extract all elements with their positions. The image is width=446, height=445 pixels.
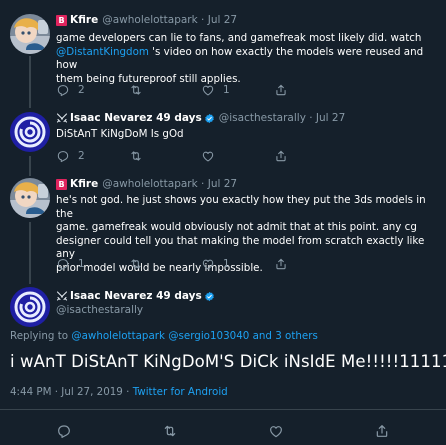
- swirl-logo-avatar-icon: [10, 112, 50, 152]
- like-icon: [201, 257, 215, 271]
- crossed-swords-icon: [56, 291, 68, 302]
- share-icon: [274, 149, 288, 163]
- b-badge-icon: B: [56, 15, 67, 26]
- thread-line: [29, 56, 31, 108]
- like-button[interactable]: 1: [201, 257, 274, 271]
- reply-count: 2: [78, 84, 85, 96]
- tweet-text-line: DiStAnT KiNgDoM Is gOd: [56, 128, 184, 140]
- crossed-swords-icon: [56, 113, 68, 124]
- tweet-text: DiStAnT KiNgDoM Is gOd: [56, 128, 436, 142]
- avatar[interactable]: [10, 178, 50, 218]
- anime-avatar-icon: [10, 14, 50, 54]
- reply-icon[interactable]: [56, 423, 72, 439]
- display-name[interactable]: Kfire: [70, 14, 98, 27]
- reply-count: 1: [78, 258, 85, 270]
- reply-icon: [56, 149, 70, 163]
- retweet-button[interactable]: [129, 149, 202, 163]
- reply-button[interactable]: 2: [56, 83, 129, 97]
- reply-targets-link[interactable]: @awholelottapark @sergio103040 and 3 oth…: [71, 330, 318, 342]
- tweet-header: B Kfire @awholelottapark · Jul 27: [56, 178, 237, 191]
- tweet-metadata: 4:44 PM · Jul 27, 2019 · Twitter for And…: [10, 386, 228, 398]
- retweet-icon[interactable]: [162, 423, 178, 439]
- share-button[interactable]: [274, 83, 347, 97]
- reply-button[interactable]: 2: [56, 149, 129, 163]
- main-tweet-text: i wAnT DiStAnT KiNgDoM'S DiCk iNsIdE Me!…: [10, 352, 446, 371]
- like-icon: [201, 149, 215, 163]
- like-count: 1: [223, 258, 230, 270]
- main-tweet-handle[interactable]: @isacthestarally: [56, 304, 143, 316]
- share-button[interactable]: [274, 257, 347, 271]
- tweet-actions: 2: [56, 149, 346, 163]
- handle-and-date[interactable]: @awholelottapark · Jul 27: [102, 14, 237, 27]
- share-button[interactable]: [274, 149, 347, 163]
- share-icon[interactable]: [374, 423, 390, 439]
- tweet-text: game developers can lie to fans, and gam…: [56, 32, 436, 86]
- like-icon[interactable]: [268, 423, 284, 439]
- replying-to: Replying to @awholelottapark @sergio1030…: [10, 330, 318, 342]
- mention-link[interactable]: @DistantKingdom: [56, 46, 149, 58]
- reply-icon: [56, 83, 70, 97]
- tweet-actions: 2 1: [56, 83, 346, 97]
- timestamp[interactable]: 4:44 PM · Jul 27, 2019 ·: [10, 386, 133, 398]
- display-name[interactable]: Isaac Nevarez 49 days: [70, 290, 202, 302]
- handle-and-date[interactable]: @isacthestarally · Jul 27: [219, 112, 346, 125]
- thread-line: [29, 156, 31, 176]
- avatar[interactable]: [10, 112, 50, 152]
- retweet-icon: [129, 149, 143, 163]
- b-badge-icon: B: [56, 179, 67, 190]
- retweet-icon: [129, 257, 143, 271]
- tweet-text-line: game developers can lie to fans, and gam…: [56, 32, 422, 44]
- replying-to-prefix: Replying to: [10, 330, 72, 342]
- client-link[interactable]: Twitter for Android: [133, 386, 228, 398]
- divider: [0, 409, 446, 410]
- display-name[interactable]: Isaac Nevarez 49 days: [70, 112, 202, 125]
- tweet-text-line: @DistantKingdom 's video on how exactly …: [56, 46, 436, 73]
- reply-icon: [56, 257, 70, 271]
- thread-line: [29, 222, 31, 284]
- avatar[interactable]: [10, 14, 50, 54]
- anime-avatar-icon: [10, 178, 50, 218]
- share-icon: [274, 83, 288, 97]
- retweet-button[interactable]: [129, 257, 202, 271]
- retweet-icon: [129, 83, 143, 97]
- display-name[interactable]: Kfire: [70, 178, 98, 191]
- swirl-logo-avatar-icon: [10, 287, 50, 327]
- like-button[interactable]: 1: [201, 83, 274, 97]
- main-tweet-actions: [0, 423, 446, 439]
- like-count: 1: [223, 84, 230, 96]
- tweet-header: B Kfire @awholelottapark · Jul 27: [56, 14, 237, 27]
- handle-and-date[interactable]: @awholelottapark · Jul 27: [102, 178, 237, 191]
- share-icon: [274, 257, 288, 271]
- like-icon: [201, 83, 215, 97]
- verified-icon: [204, 291, 215, 302]
- tweet-header: Isaac Nevarez 49 days @isacthestarally ·…: [56, 112, 345, 125]
- retweet-button[interactable]: [129, 83, 202, 97]
- reply-button[interactable]: 1: [56, 257, 129, 271]
- tweet-text-line: game. gamefreak would obviously not admi…: [56, 221, 417, 233]
- tweet-actions: 1 1: [56, 257, 346, 271]
- like-button[interactable]: [201, 149, 274, 163]
- reply-count: 2: [78, 150, 85, 162]
- main-tweet-author[interactable]: Isaac Nevarez 49 days: [56, 290, 215, 302]
- avatar[interactable]: [10, 287, 50, 327]
- tweet-text-line: he's not god. he just shows you exactly …: [56, 194, 426, 220]
- verified-icon: [204, 113, 215, 124]
